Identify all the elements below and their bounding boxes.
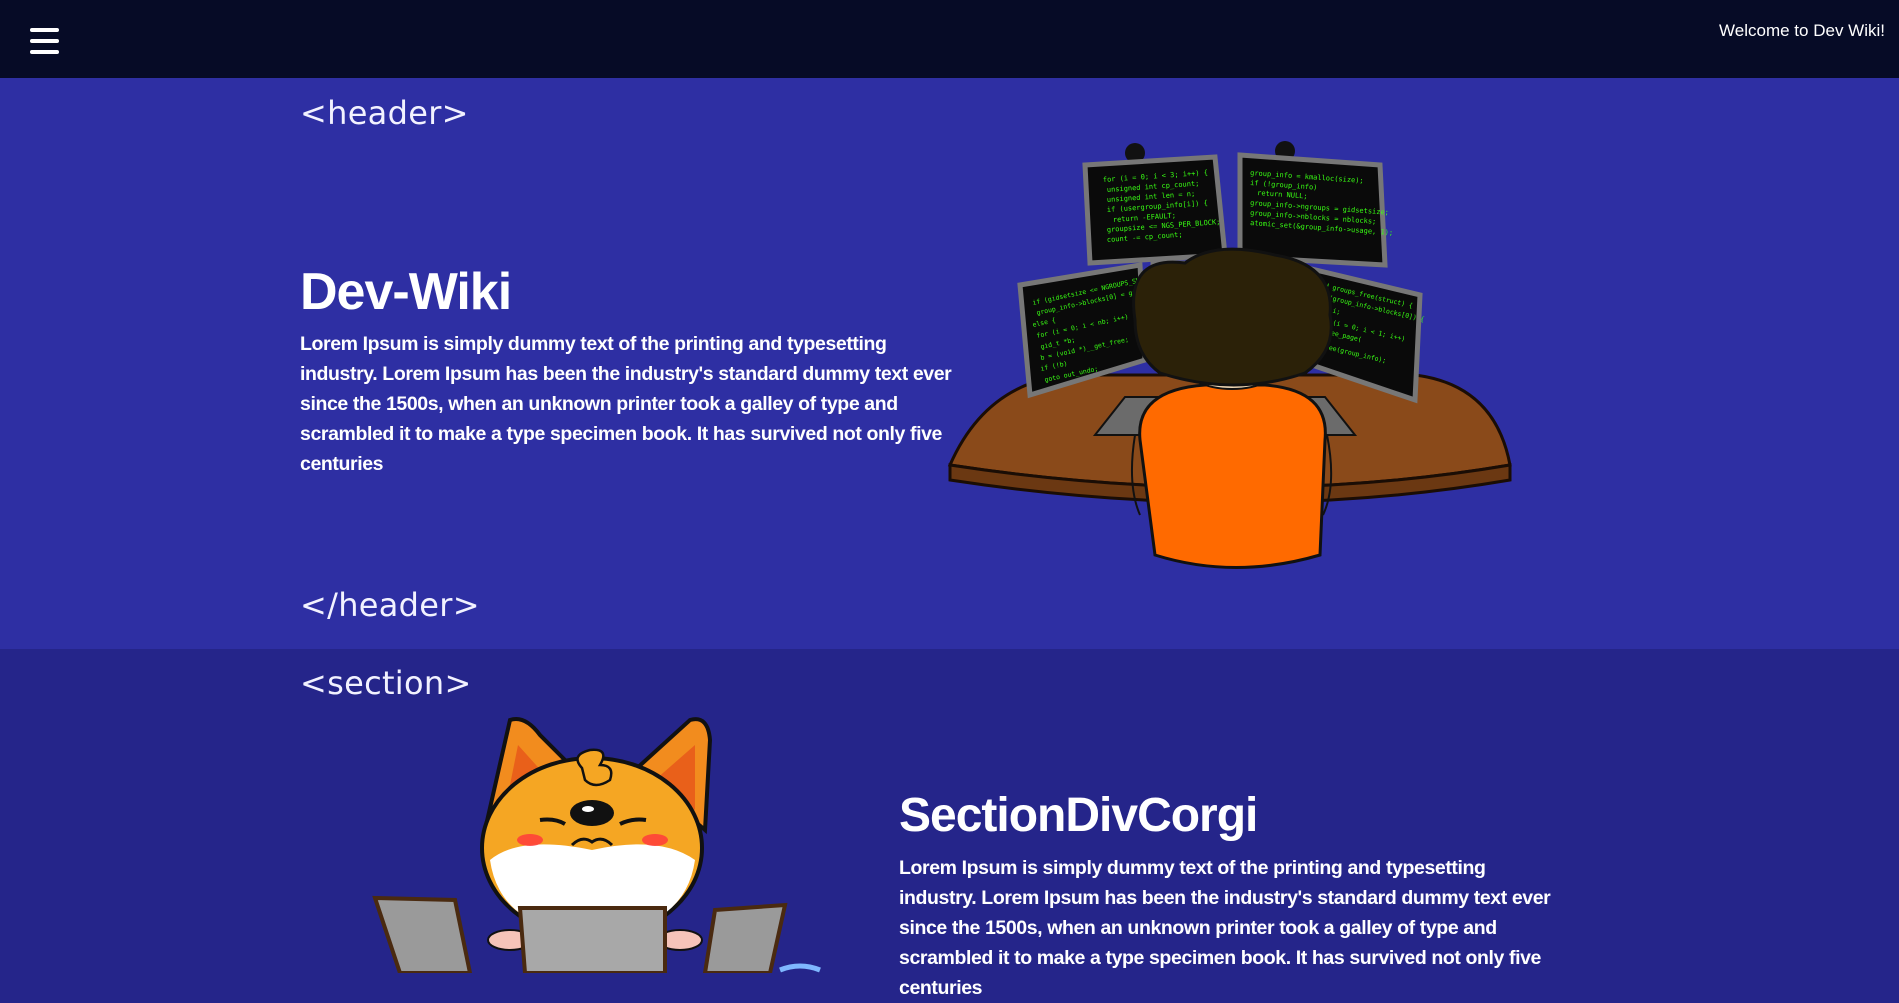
header-open-tag: <header>	[300, 94, 469, 132]
top-navbar: Welcome to Dev Wiki!	[0, 0, 1899, 78]
welcome-text: Welcome to Dev Wiki!	[1719, 21, 1885, 40]
header-close-tag: </header>	[300, 586, 480, 624]
developer-at-monitors-illustration: for (i = 0; i < 3; i++) { unsigned int c…	[947, 141, 1512, 569]
section-open-tag: <section>	[300, 664, 472, 702]
header-description: Lorem Ipsum is simply dummy text of the …	[300, 333, 952, 475]
section-description: Lorem Ipsum is simply dummy text of the …	[899, 857, 1551, 999]
page-title: Dev-Wiki	[300, 263, 512, 321]
corgi-with-laptops-illustration	[372, 717, 821, 973]
section-title: SectionDivCorgi	[899, 789, 1258, 842]
menu-hamburger-icon[interactable]	[30, 28, 59, 54]
